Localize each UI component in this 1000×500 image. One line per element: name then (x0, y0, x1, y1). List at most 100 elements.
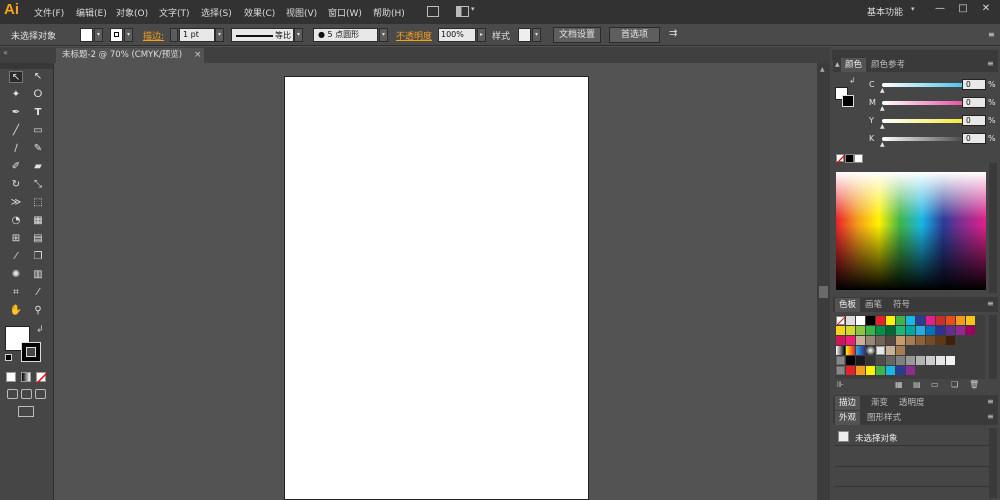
swatch[interactable] (866, 356, 875, 365)
panel-menu-icon[interactable]: ≡ (988, 30, 995, 39)
swatch[interactable] (886, 316, 895, 325)
appearance-stroke-row[interactable] (835, 449, 989, 467)
gradient-mode-icon[interactable] (21, 372, 31, 382)
new-color-group-icon[interactable]: ▭ (931, 380, 939, 389)
gradient-tool-icon[interactable]: ▤ (31, 233, 45, 245)
document-tab[interactable]: 未标题-2 @ 70% (CMYK/预览) × (56, 48, 204, 63)
draw-behind-icon[interactable] (21, 389, 32, 399)
swatch[interactable] (866, 326, 875, 335)
tab-transparency[interactable]: 透明度 (895, 396, 929, 410)
line-segment-tool-icon[interactable]: ╱ (9, 125, 23, 137)
rectangle-tool-icon[interactable]: ▭ (31, 125, 45, 137)
chevron-down-icon[interactable]: ▾ (471, 5, 475, 13)
swatch-pattern[interactable] (896, 346, 905, 355)
panel-menu-icon[interactable]: ≡ (987, 59, 994, 68)
color-spectrum[interactable] (836, 172, 986, 290)
menu-window[interactable]: 窗口(W) (328, 6, 362, 19)
swatch[interactable] (866, 336, 875, 345)
swatch[interactable] (916, 316, 925, 325)
slider-value[interactable]: 0 (962, 133, 986, 144)
artboard[interactable] (284, 76, 589, 500)
tab-brushes[interactable]: 画笔 (861, 298, 886, 312)
delete-swatch-icon[interactable]: 🗑 (969, 380, 979, 389)
panel-menu-icon[interactable]: ≡ (987, 397, 994, 406)
slider-value[interactable]: 0 (962, 97, 986, 108)
appearance-opacity-row[interactable] (835, 489, 989, 500)
swatch-gradient[interactable] (836, 346, 845, 355)
swatch-gradient[interactable] (846, 346, 855, 355)
swatch[interactable] (956, 326, 965, 335)
swatch-pattern[interactable] (876, 346, 885, 355)
swatch[interactable] (906, 366, 915, 375)
tab-gradient[interactable]: 渐变 (867, 396, 892, 410)
selection-tool-icon[interactable]: ↖ (9, 71, 23, 83)
document-setup-button[interactable]: 文档设置 (553, 27, 601, 43)
new-swatch-icon[interactable]: ❏ (951, 380, 958, 389)
menu-view[interactable]: 视图(V) (286, 6, 317, 19)
swatch[interactable] (886, 336, 895, 345)
stroke-weight-stepper[interactable] (170, 28, 178, 42)
swatch[interactable] (856, 356, 865, 365)
swatch[interactable] (836, 326, 845, 335)
close-button[interactable]: ✕ (976, 2, 996, 16)
stroke-weight-dropdown[interactable]: ▾ (215, 28, 224, 42)
black-swatch[interactable] (845, 154, 854, 163)
swatch[interactable] (966, 326, 975, 335)
brush-dropdown[interactable]: ▾ (379, 28, 388, 42)
swatch[interactable] (936, 316, 945, 325)
screen-mode-icon[interactable] (18, 406, 34, 417)
brush-definition[interactable]: ● 5 点圆形 (313, 28, 378, 42)
tab-stroke[interactable]: 描边 (835, 396, 861, 410)
swatch[interactable] (926, 326, 935, 335)
slider-thumb[interactable]: ▲ (880, 87, 885, 94)
profile-dropdown[interactable]: ▾ (294, 28, 303, 42)
width-tool-icon[interactable]: ≫ (9, 197, 23, 209)
pencil-tool-icon[interactable]: ✎ (31, 143, 45, 155)
opacity-dropdown[interactable]: ▸ (477, 28, 486, 42)
swatch[interactable] (896, 316, 905, 325)
show-swatch-kinds-icon[interactable]: ▦ (895, 380, 903, 389)
workspace-switcher[interactable]: 基本功能 (867, 5, 903, 18)
swatch[interactable] (836, 336, 845, 345)
rotate-tool-icon[interactable]: ↻ (9, 179, 23, 191)
paintbrush-tool-icon[interactable]: ∕ (9, 143, 23, 155)
slider-value[interactable]: 0 (962, 79, 986, 90)
swatch[interactable] (846, 366, 855, 375)
bridge-icon[interactable] (427, 6, 439, 17)
preferences-button[interactable]: 首选项 (609, 27, 660, 43)
swatch-registration[interactable] (846, 316, 855, 325)
collapse-icon[interactable]: « (3, 48, 8, 57)
stroke-weight-input[interactable]: 1 pt (179, 28, 215, 42)
stroke-dropdown[interactable]: ▾ (124, 28, 133, 42)
slice-tool-icon[interactable]: ⁄ (31, 287, 45, 299)
none-swatch[interactable] (836, 154, 845, 163)
swatch[interactable] (926, 316, 935, 325)
swatch-panel-scrollbar[interactable] (989, 315, 997, 379)
eyedropper-tool-icon[interactable]: ⁄ (9, 251, 23, 263)
swatch[interactable] (876, 336, 885, 345)
menu-object[interactable]: 对象(O) (116, 6, 148, 19)
blob-brush-tool-icon[interactable]: ✐ (9, 161, 23, 173)
appearance-item-row[interactable]: 未选择对象 (835, 428, 989, 446)
mesh-tool-icon[interactable]: ⊞ (9, 233, 23, 245)
swatch-none[interactable] (836, 316, 845, 325)
slider-thumb[interactable]: ▲ (880, 141, 885, 148)
swatch[interactable] (876, 356, 885, 365)
perspective-grid-tool-icon[interactable]: ▦ (31, 215, 45, 227)
swap-fill-stroke-icon[interactable]: ↲ (36, 325, 44, 335)
swatch-gradient[interactable] (866, 346, 875, 355)
arrange-documents-icon[interactable] (456, 6, 469, 17)
swap-colors-icon[interactable]: ↲ (849, 76, 856, 85)
appearance-panel-scrollbar[interactable] (989, 428, 997, 498)
slider-value[interactable]: 0 (962, 115, 986, 126)
swatch[interactable] (856, 336, 865, 345)
lasso-tool-icon[interactable]: ⵔ (31, 89, 45, 101)
swatch[interactable] (946, 356, 955, 365)
swatch[interactable] (926, 356, 935, 365)
maximize-button[interactable]: □ (953, 2, 973, 16)
swatch[interactable] (876, 366, 885, 375)
direct-selection-tool-icon[interactable]: ↖ (31, 71, 45, 83)
swatch-folder-icon[interactable] (836, 356, 845, 365)
menu-select[interactable]: 选择(S) (201, 6, 232, 19)
white-swatch[interactable] (854, 154, 863, 163)
